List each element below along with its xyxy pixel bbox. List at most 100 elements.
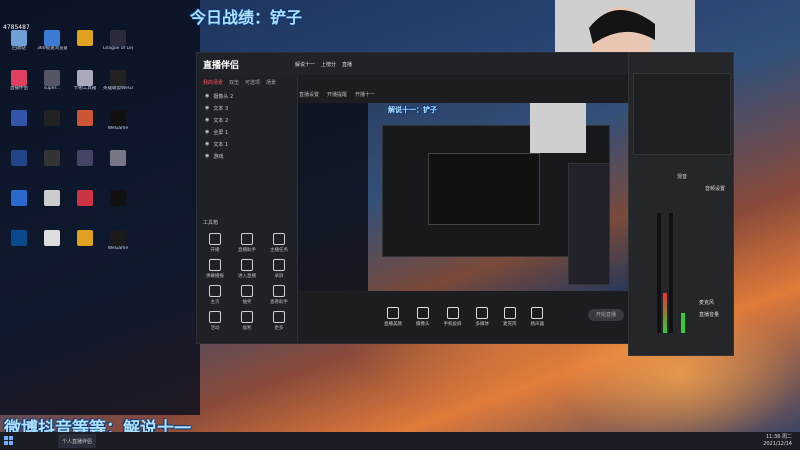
eye-icon[interactable]: ◉: [205, 117, 209, 123]
tool-button[interactable]: 查看助手: [265, 285, 293, 305]
tab[interactable]: 场景: [266, 79, 276, 86]
toolbar-button[interactable]: 多媒体: [476, 307, 489, 327]
app-icon: [77, 190, 93, 206]
level-meter: [681, 313, 685, 333]
tool-button[interactable]: 主播任务: [265, 233, 293, 253]
tool-button[interactable]: 弹幕播报: [201, 259, 229, 279]
tool-button[interactable]: 主页: [201, 285, 229, 305]
desktop-icon[interactable]: super...: [37, 70, 67, 92]
taskbar-app[interactable]: 个人直播伴侣: [58, 434, 97, 448]
desktop-icon[interactable]: WeGame: [103, 110, 133, 132]
desktop-icon[interactable]: [103, 150, 133, 166]
eye-icon[interactable]: ◉: [205, 153, 209, 159]
scene-item[interactable]: ◉ 摄像头 2: [197, 90, 297, 102]
app-icon: [77, 70, 93, 86]
desktop-icon[interactable]: [37, 150, 67, 166]
desktop-icon[interactable]: [4, 110, 34, 126]
tool-label: 直播助手: [238, 248, 256, 253]
toolbar-button[interactable]: 扬声器: [531, 307, 544, 327]
desktop-icon[interactable]: [103, 190, 133, 206]
app-icon: [110, 190, 126, 206]
app-icon: [44, 150, 60, 166]
tool-icon: [273, 311, 285, 323]
eye-icon[interactable]: ◉: [205, 105, 209, 111]
desktop-icon[interactable]: [70, 230, 100, 246]
tool-icon: [241, 285, 253, 297]
scene-label: 文本 1: [213, 141, 229, 148]
app-icon: [11, 30, 27, 46]
scene-item[interactable]: ◉ 文本 1: [197, 138, 297, 150]
toolbar-button[interactable]: 麦克风: [503, 307, 517, 327]
start-button[interactable]: [0, 434, 18, 448]
desktop-icon[interactable]: 直播伴侣: [4, 70, 34, 92]
desktop-icon[interactable]: [4, 190, 34, 206]
fader[interactable]: [657, 213, 661, 333]
sub-item[interactable]: 开播提醒: [327, 91, 347, 98]
desktop-icon[interactable]: [70, 30, 100, 46]
desktop-icon-label: 回收站: [12, 46, 26, 51]
scene-item[interactable]: ◉ 文本 2: [197, 114, 297, 126]
scene-item[interactable]: ◉ 全屏 1: [197, 126, 297, 138]
desktop-icon[interactable]: 英雄联盟WeGame: [103, 70, 133, 92]
mixer-label: 音频设置: [705, 186, 726, 192]
tool-label: 活动: [210, 326, 220, 331]
tool-button[interactable]: 抽奖: [233, 285, 261, 305]
toolbar-label: 手机投屏: [443, 322, 462, 327]
scene-label: 文本 2: [213, 117, 229, 124]
app-icon: [77, 30, 93, 46]
sub-item[interactable]: 开播十一: [355, 91, 375, 98]
tab[interactable]: 可选项: [245, 79, 260, 86]
scene-item[interactable]: ◉ 文本 3: [197, 102, 297, 114]
tool-label: 查看助手: [270, 300, 288, 305]
desktop-icon[interactable]: [37, 190, 67, 206]
sub-item[interactable]: 直播设置: [299, 91, 319, 98]
tool-button[interactable]: 开播: [201, 233, 229, 253]
header-item[interactable]: 解说十一: [295, 61, 315, 68]
desktop-icon[interactable]: [4, 150, 34, 166]
tool-button[interactable]: 录屏: [265, 259, 293, 279]
desktop-icon[interactable]: [37, 230, 67, 246]
go-live-button[interactable]: 开始直播: [588, 309, 624, 321]
desktop-icon[interactable]: 回收站: [4, 30, 34, 52]
app-header: 直播伴侣 解说十一 上榜分 直播: [197, 53, 631, 75]
desktop-icon[interactable]: League of Legends: [103, 30, 133, 52]
desktop-icon[interactable]: 卡顿工具箱: [70, 70, 100, 92]
tool-button[interactable]: 福利: [233, 311, 261, 331]
toolbar-button[interactable]: 摄像头: [416, 307, 430, 327]
header-item[interactable]: 上榜分: [321, 61, 336, 68]
desktop-icon[interactable]: [70, 190, 100, 206]
desktop-icon[interactable]: WeGame: [103, 230, 133, 252]
eye-icon[interactable]: ◉: [205, 141, 209, 147]
desktop-icon[interactable]: [4, 230, 34, 246]
tab[interactable]: 双击: [229, 79, 239, 86]
scene-item[interactable]: ◉ 游戏: [197, 150, 297, 162]
desktop-icon[interactable]: 360极速浏览器: [37, 30, 67, 52]
desktop-icon[interactable]: [70, 150, 100, 166]
app-icon: [44, 30, 60, 46]
toolbar-icon: [476, 307, 489, 319]
tab[interactable]: 我的场景: [203, 79, 223, 86]
mixer-label: 混音: [677, 174, 688, 180]
toolbar-button[interactable]: 手机投屏: [444, 307, 462, 327]
desktop-icon[interactable]: [37, 110, 67, 126]
app-icon: [44, 110, 60, 126]
tool-button[interactable]: 直播助手: [233, 233, 261, 253]
desktop-icon[interactable]: [70, 110, 100, 126]
toolbar-button[interactable]: 直播美颜: [384, 307, 402, 327]
tool-label: 进入直播: [238, 274, 256, 279]
toolbar-icon: [416, 307, 429, 319]
app-icon: [77, 230, 93, 246]
preview-caption: 解说十一：铲子: [388, 106, 437, 114]
tool-button[interactable]: 进入直播: [233, 259, 261, 279]
tool-button[interactable]: 活动: [201, 311, 229, 331]
eye-icon[interactable]: ◉: [205, 93, 209, 99]
fader[interactable]: [669, 213, 673, 333]
tool-label: 主播任务: [270, 248, 288, 253]
sub-bar: 直播设置 开播提醒 开播十一: [299, 91, 375, 98]
app-sidebar: 我的场景 双击 可选项 场景 ◉ 摄像头 2 ◉ 文本 3 ◉ 文本 2 ◉ 全屏 1 ◉ 文本 …: [197, 75, 298, 343]
taskbar: 个人直播伴侣 11:36 周二 2021/12/14: [0, 432, 800, 450]
header-item[interactable]: 直播: [342, 61, 352, 68]
eye-icon[interactable]: ◉: [205, 129, 209, 135]
tool-icon: [209, 233, 221, 245]
tool-button[interactable]: 更多: [265, 311, 293, 331]
